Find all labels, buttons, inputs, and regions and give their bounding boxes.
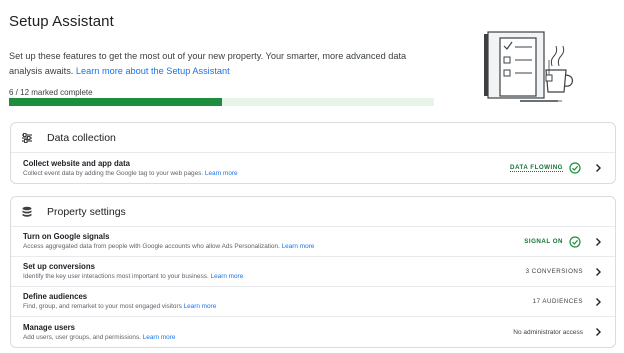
property-settings-header: Property settings [11,197,615,227]
row-title: Define audiences [23,292,88,301]
learn-more-link[interactable]: Learn more [211,273,244,280]
database-icon [20,205,34,219]
collect-website-app-data-row[interactable]: Collect website and app data Collect eve… [11,153,615,183]
status-badge: DATA FLOWING [510,164,563,172]
data-collection-title: Data collection [47,131,116,144]
chevron-right-icon[interactable] [593,163,603,173]
row-title: Collect website and app data [23,158,131,168]
progress-bar [9,98,434,106]
row-description: Collect event data by adding the Google … [23,169,238,177]
check-circle-icon [569,162,581,174]
data-collection-header: Data collection [11,123,615,153]
row-description: Access aggregated data from people with … [23,243,315,250]
status-badge: No administrator access [513,328,583,336]
google-signals-row[interactable]: Turn on Google signals Access aggregated… [11,227,615,257]
learn-more-link[interactable]: Learn more [205,170,238,177]
learn-more-link[interactable]: Learn more [184,303,217,310]
row-title: Set up conversions [23,262,95,271]
chevron-right-icon[interactable] [593,297,603,307]
property-settings-title: Property settings [47,205,126,218]
row-title: Manage users [23,322,76,332]
row-description: Find, group, and remarket to your most e… [23,303,217,310]
check-circle-icon [569,235,581,248]
manage-users-row[interactable]: Manage users Add users, user groups, and… [11,317,615,347]
intro-learn-more-link[interactable]: Learn more about the Setup Assistant [76,66,230,76]
checklist-illustration [484,31,573,102]
data-collection-icon [20,131,34,145]
status-badge: SIGNAL ON [524,238,563,245]
set-up-conversions-row[interactable]: Set up conversions Identify the key user… [11,257,615,287]
intro-text: Set up these features to get the most ou… [9,49,429,79]
data-collection-card: Data collection Collect website and app … [10,122,616,184]
progress-label: 6 / 12 marked complete [9,88,93,97]
learn-more-link[interactable]: Learn more [143,334,176,341]
property-settings-card: Property settings Turn on Google signals… [10,196,616,348]
page-title: Setup Assistant [9,13,114,30]
row-title: Turn on Google signals [23,232,110,241]
row-description: Identify the key user interactions most … [23,273,244,280]
learn-more-link[interactable]: Learn more [282,243,315,250]
progress-bar-fill [9,98,222,106]
status-badge: 17 AUDIENCES [532,298,583,305]
status-badge: 3 CONVERSIONS [525,268,583,275]
chevron-right-icon[interactable] [593,327,603,337]
row-description: Add users, user groups, and permissions.… [23,333,176,341]
chevron-right-icon[interactable] [593,237,603,247]
chevron-right-icon[interactable] [593,267,603,277]
define-audiences-row[interactable]: Define audiences Find, group, and remark… [11,287,615,317]
